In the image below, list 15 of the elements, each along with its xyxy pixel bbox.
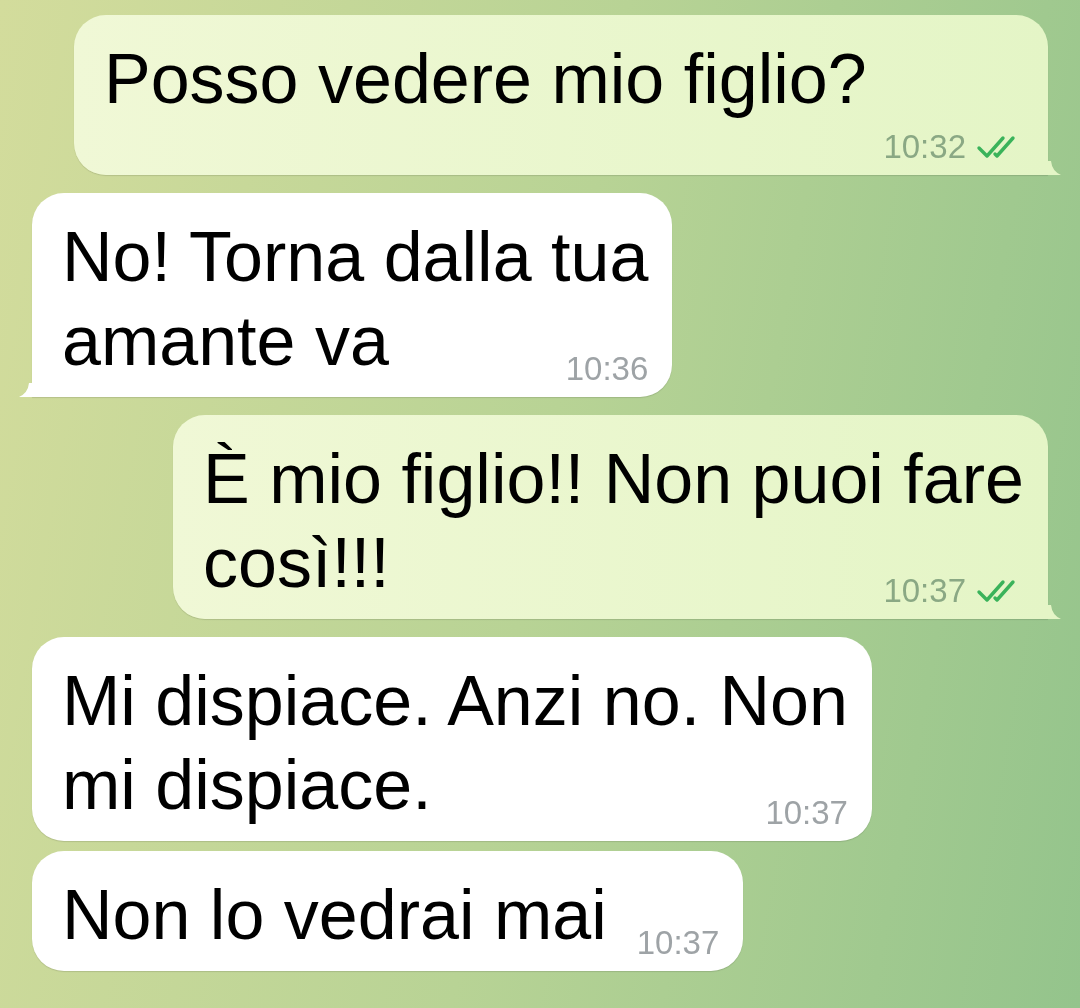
message-text: Posso vedere mio figlio? (104, 39, 867, 120)
message-time: 10:37 (883, 571, 966, 611)
message-text: così!!! (203, 523, 390, 604)
message-time: 10:37 (636, 923, 720, 963)
message-text: No! Torna dalla tua (62, 217, 649, 298)
message-time: 10:36 (565, 349, 649, 389)
message-text: amante va (62, 301, 389, 382)
message-time: 10:32 (883, 127, 966, 167)
message-text: Mi dispiace. Anzi no. Non (62, 661, 848, 742)
message-text: È mio figlio!! Non puoi fare (203, 439, 1024, 520)
message-text: Non lo vedrai mai (62, 875, 607, 956)
message-time: 10:37 (765, 793, 848, 833)
bubble-tail (1047, 605, 1061, 619)
message-text: mi dispiace. (62, 745, 432, 826)
bubble-tail (1047, 161, 1061, 175)
